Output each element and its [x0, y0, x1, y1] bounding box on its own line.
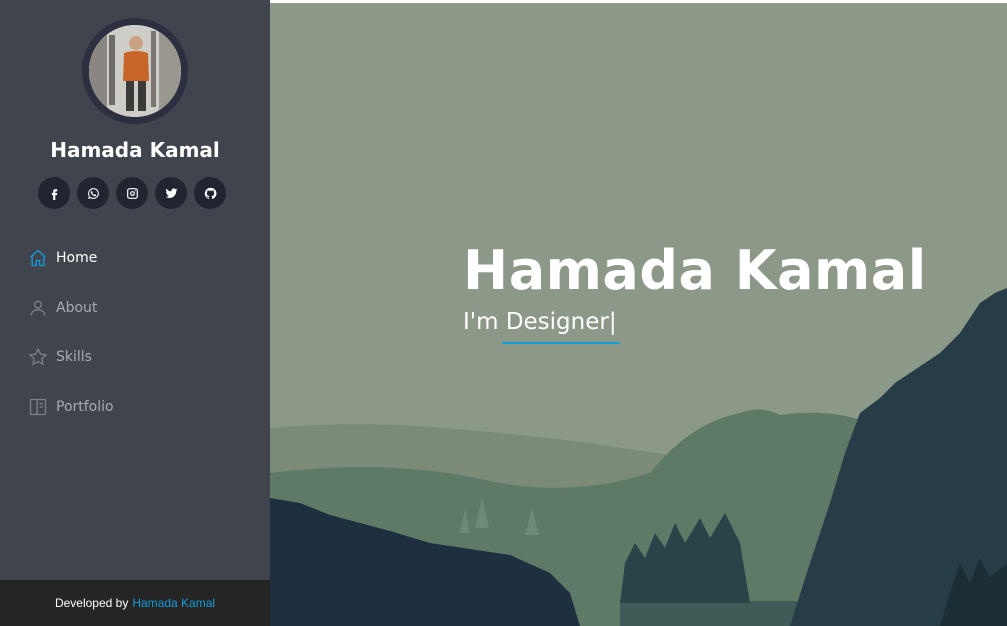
portfolio-icon — [29, 398, 47, 415]
whatsapp-button[interactable] — [77, 177, 109, 209]
hero-typed-subtitle: I'm Designer| — [463, 309, 617, 335]
nav-item-label: Skills — [56, 349, 92, 365]
nav-item-label: Portfolio — [56, 398, 114, 415]
person-icon — [30, 300, 46, 316]
footer-author-link[interactable]: Hamada Kamal — [132, 596, 215, 610]
footer-credit-text: Developed by — [54, 596, 129, 610]
footer: Developed by Hamada Kamal — [0, 580, 270, 626]
hero-landscape-image — [270, 3, 1007, 626]
nav-item-label: About — [56, 299, 98, 316]
sidebar: Hamada Kamal Home About Skills Portfolio… — [0, 0, 270, 626]
instagram-icon — [126, 187, 138, 199]
nav-item-portfolio[interactable]: Portfolio — [28, 395, 114, 419]
nav-item-skills[interactable]: Skills — [28, 345, 114, 369]
nav-item-label: Home — [56, 250, 98, 266]
profile-avatar — [82, 18, 188, 124]
hero-title: Hamada Kamal — [463, 239, 927, 302]
instagram-button[interactable] — [116, 177, 148, 209]
github-button[interactable] — [194, 177, 226, 209]
facebook-icon — [51, 188, 57, 200]
hero-section: Hamada Kamal I'm Designer| — [270, 3, 1007, 626]
nav-item-about[interactable]: About — [28, 296, 114, 320]
avatar-photo — [89, 25, 181, 117]
nav-item-home[interactable]: Home — [28, 246, 114, 270]
main-nav: Home About Skills Portfolio — [28, 246, 114, 444]
star-icon — [28, 347, 48, 366]
social-links — [38, 177, 226, 209]
facebook-button[interactable] — [38, 177, 70, 209]
twitter-icon — [165, 187, 177, 198]
github-icon — [204, 187, 217, 199]
twitter-button[interactable] — [155, 177, 187, 209]
typed-text-underline — [502, 342, 620, 344]
whatsapp-icon — [87, 187, 99, 199]
home-icon — [30, 249, 46, 267]
profile-name: Hamada Kamal — [50, 138, 220, 162]
